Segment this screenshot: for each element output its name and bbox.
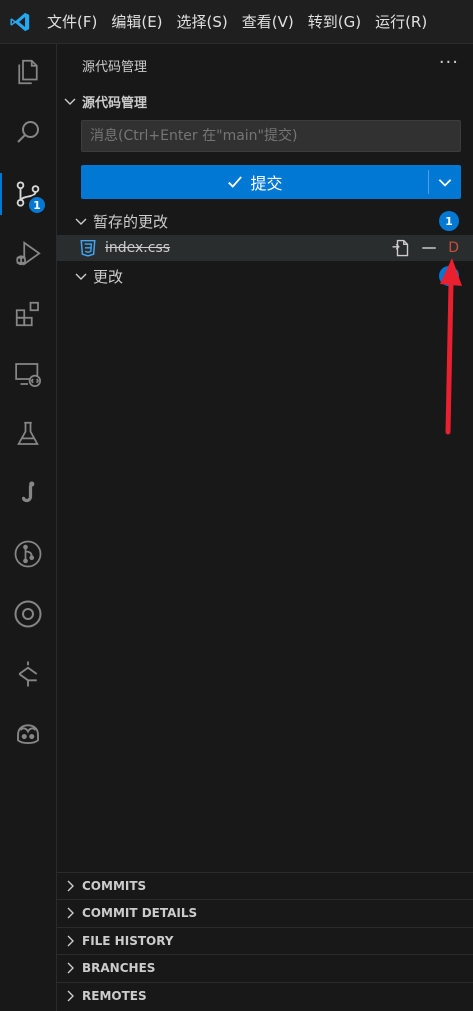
gitlens-icon (18, 661, 38, 687)
run-debug-button[interactable] (0, 229, 56, 279)
branches-pane-header[interactable]: BRANCHES (57, 954, 473, 981)
chevron-right-icon (67, 962, 74, 974)
commit-button[interactable]: 提交 (81, 165, 428, 199)
extensions-button[interactable] (0, 289, 56, 339)
staged-count-badge: 1 (439, 211, 459, 231)
menu-selection[interactable]: 选择(S) (170, 0, 235, 44)
commit-message-input[interactable] (81, 120, 461, 152)
files-icon (18, 59, 38, 85)
extensions-icon (15, 301, 39, 327)
deleted-status-badge: D (448, 240, 459, 256)
menu-go[interactable]: 转到(G) (301, 0, 368, 44)
pane-label: COMMIT DETAILS (82, 906, 198, 920)
chevron-down-icon (75, 273, 87, 280)
view-title: 源代码管理 (82, 60, 148, 75)
vscode-logo-icon (0, 0, 40, 44)
chevron-down-icon (75, 218, 87, 225)
file-name: index.css (105, 240, 171, 256)
file-actions: D (390, 238, 459, 258)
copilot-icon (17, 724, 39, 744)
jupyter-icon (22, 481, 35, 503)
testing-button[interactable] (0, 409, 56, 459)
commit-button-group: 提交 (81, 165, 461, 199)
section-title: 源代码管理 (82, 95, 148, 111)
git-graph-button[interactable] (0, 529, 56, 579)
check-icon (228, 176, 243, 188)
search-icon (17, 121, 39, 143)
chevron-right-icon (67, 990, 74, 1002)
title-bar: 文件(F) 编辑(E) 选择(S) 查看(V) 转到(G) 运行(R) (0, 0, 473, 44)
unstage-icon[interactable] (420, 239, 438, 257)
source-control-button[interactable]: 1 (0, 169, 56, 219)
menu-view[interactable]: 查看(V) (235, 0, 301, 44)
menu-edit[interactable]: 编辑(E) (104, 0, 169, 44)
commit-button-label: 提交 (250, 174, 283, 193)
remote-explorer-button[interactable] (0, 349, 56, 399)
timeline-button[interactable] (0, 589, 56, 639)
run-debug-icon (16, 241, 41, 266)
remotes-pane-header[interactable]: REMOTES (57, 982, 473, 1009)
changes-group[interactable]: 更改 (57, 263, 473, 289)
chevron-down-icon (64, 98, 76, 105)
chevron-right-icon (67, 935, 74, 947)
timeline-icon (14, 600, 42, 628)
pane-label: COMMITS (82, 879, 147, 893)
chevron-down-icon (438, 179, 452, 187)
staged-changes-group[interactable]: 暂存的更改 1 (57, 208, 473, 234)
changes-label: 更改 (93, 267, 124, 286)
commit-details-pane-header[interactable]: COMMIT DETAILS (57, 899, 473, 926)
source-control-section-header[interactable]: 源代码管理 (57, 89, 473, 113)
commit-dropdown-button[interactable] (429, 165, 461, 199)
chevron-right-icon (67, 907, 74, 919)
menu-file[interactable]: 文件(F) (40, 0, 104, 44)
open-file-icon[interactable] (390, 238, 410, 258)
activity-bar: 1 (0, 44, 57, 1011)
explorer-button[interactable] (0, 47, 56, 97)
commits-pane-header[interactable]: COMMITS (57, 872, 473, 899)
remote-explorer-icon (15, 363, 41, 387)
file-history-pane-header[interactable]: FILE HISTORY (57, 927, 473, 954)
jupyter-button[interactable] (0, 469, 56, 519)
git-graph-icon (14, 540, 42, 568)
gitlens-button[interactable] (0, 649, 56, 699)
pane-label: FILE HISTORY (82, 934, 174, 948)
chevron-right-icon (67, 880, 74, 892)
changes-count-badge (439, 266, 459, 286)
more-actions-button[interactable]: ··· (439, 52, 459, 73)
copilot-button[interactable] (0, 709, 56, 759)
staged-changes-label: 暂存的更改 (93, 212, 169, 231)
staged-file-row[interactable]: index.css D (57, 235, 473, 261)
pane-label: REMOTES (82, 989, 147, 1003)
search-button[interactable] (0, 107, 56, 157)
css-file-icon (80, 239, 96, 257)
source-control-badge: 1 (27, 195, 47, 215)
source-control-view: 源代码管理 ··· 源代码管理 提交 暂存的更改 1 index.css (57, 44, 473, 1011)
testing-icon (17, 421, 39, 445)
pane-label: BRANCHES (82, 961, 156, 975)
menu-run[interactable]: 运行(R) (368, 0, 434, 44)
